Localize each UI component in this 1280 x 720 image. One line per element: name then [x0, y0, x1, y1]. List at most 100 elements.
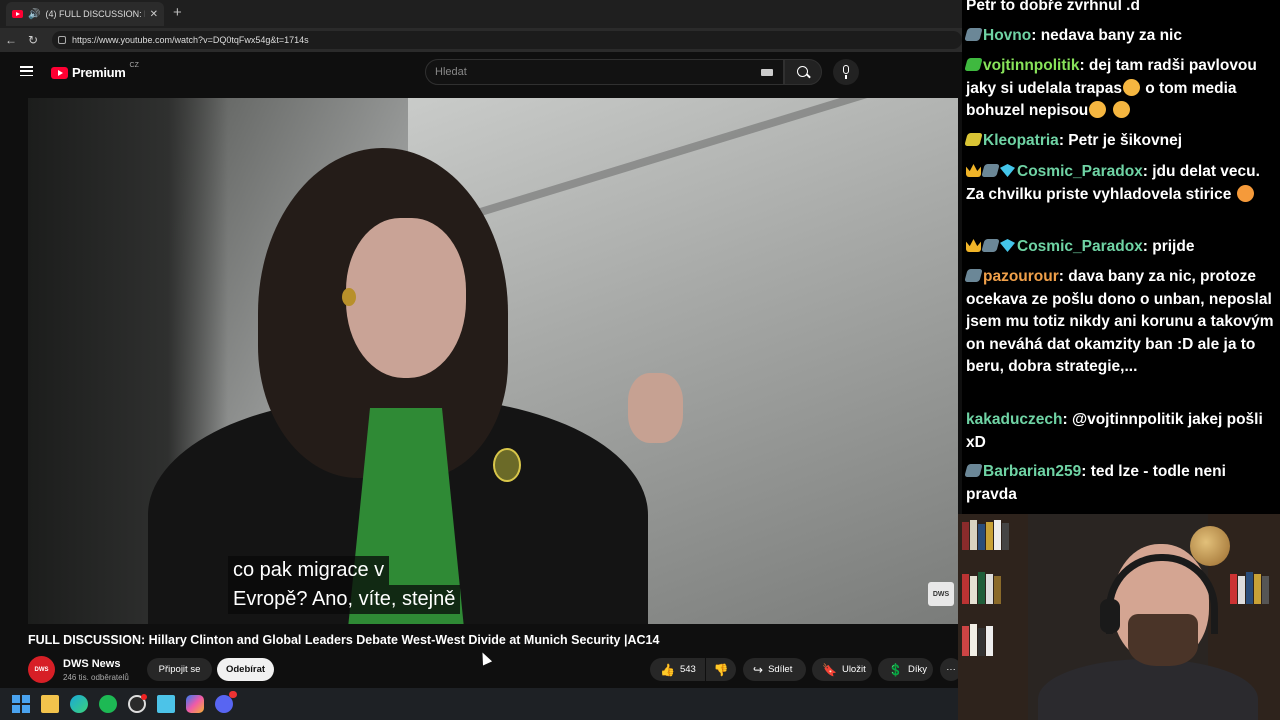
rofl-emoji-icon	[1236, 184, 1254, 202]
search-placeholder: Hledat	[435, 66, 467, 78]
chat-username[interactable]: Hovno	[983, 27, 1031, 44]
subscriber-badge-icon	[964, 269, 983, 282]
chat-username[interactable]: vojtinnpolitik	[983, 57, 1079, 74]
navigation-bar: ← ↻ https://www.youtube.com/watch?v=DQ0t…	[0, 28, 962, 52]
subtitle-line-1: co pak migrace v	[228, 556, 390, 585]
discord-icon[interactable]	[215, 691, 237, 713]
channel-watermark[interactable]: DWS	[928, 582, 954, 606]
save-label: Uložit	[841, 664, 866, 675]
tab-youtube[interactable]: 🔊 (4) FULL DISCUSSION: Hillary C ✕	[6, 2, 164, 26]
search-button[interactable]	[784, 59, 822, 85]
webcam-feed	[958, 514, 1280, 720]
chat-username[interactable]: pazourour	[983, 268, 1059, 285]
subscriber-badge-icon	[981, 239, 1000, 252]
address-bar[interactable]: https://www.youtube.com/watch?v=DQ0tqFwx…	[52, 31, 962, 49]
video-title: FULL DISCUSSION: Hillary Clinton and Glo…	[28, 633, 660, 647]
close-tab-icon[interactable]: ✕	[150, 9, 158, 20]
share-button[interactable]: ↪ Sdílet	[743, 658, 806, 681]
chat-message: pazourour: dava bany za nic, protoze oce…	[964, 268, 1274, 375]
browser-window: 🔊 (4) FULL DISCUSSION: Hillary C ✕ + ← ↻…	[0, 0, 962, 688]
logo-text: Premium	[72, 65, 126, 80]
chat-username[interactable]: Kleopatria	[983, 132, 1059, 149]
subscriber-badge-icon	[981, 164, 1000, 177]
chat-text: Petr je šikovnej	[1068, 132, 1183, 149]
gem-badge-icon	[1000, 239, 1015, 252]
crown-badge-icon	[966, 164, 981, 177]
youtube-play-icon	[51, 66, 68, 79]
chat-username[interactable]: Barbarian259	[983, 463, 1081, 480]
taskbar	[0, 688, 962, 720]
subscriber-badge-icon	[964, 28, 983, 41]
chat-text: Petr to dobře zvrhnul .d	[966, 0, 1140, 14]
microphone-icon	[843, 65, 849, 74]
video-subtitles: co pak migrace v Evropě? Ano, víte, stej…	[228, 556, 461, 614]
globe-decoration	[1190, 526, 1230, 566]
keyboard-icon[interactable]	[761, 69, 773, 76]
laughing-emoji-icon	[1122, 78, 1140, 96]
chat-username[interactable]: Cosmic_Paradox	[1017, 238, 1143, 255]
dislike-button[interactable]: 👎	[706, 658, 736, 681]
subscriber-count: 246 tis. odběratelů	[63, 673, 129, 682]
thanks-button[interactable]: 💲 Díky	[878, 658, 933, 681]
dollar-icon: 💲	[888, 662, 903, 677]
youtube-logo[interactable]: Premium CZ	[51, 62, 139, 80]
chat-panel: Petr to dobře zvrhnul .d Hovno: nedava b…	[962, 0, 1280, 514]
subscriber-badge-icon	[964, 133, 983, 146]
grin-emoji-icon	[1112, 101, 1130, 118]
speaker-icon[interactable]: 🔊	[28, 9, 40, 20]
site-info-icon[interactable]	[58, 36, 66, 44]
save-button[interactable]: 🔖 Uložit	[812, 658, 872, 681]
edge-browser-icon[interactable]	[70, 695, 88, 713]
join-button[interactable]: Připojit se	[147, 658, 212, 681]
spotify-icon[interactable]	[99, 695, 117, 713]
chat-message: Barbarian259: ted lze - todle neni pravd…	[964, 463, 1226, 503]
voice-search-button[interactable]	[833, 59, 859, 85]
url-text[interactable]: https://www.youtube.com/watch?v=DQ0tqFwx…	[72, 35, 309, 45]
notepad-icon[interactable]	[157, 695, 175, 713]
subscriber-badge-icon	[964, 58, 983, 71]
like-button[interactable]: 👍 543	[650, 658, 705, 681]
chat-username[interactable]: kakaduczech	[966, 411, 1063, 428]
back-button[interactable]: ←	[0, 33, 22, 47]
thumbs-up-icon: 👍	[660, 662, 675, 677]
chat-message: vojtinnpolitik: dej tam radši pavlovou j…	[964, 57, 1257, 119]
thumbs-down-icon: 👎	[713, 662, 729, 677]
bookmark-icon: 🔖	[822, 662, 837, 677]
crown-badge-icon	[966, 239, 981, 252]
share-icon: ↪	[753, 662, 764, 677]
youtube-header: Premium CZ Hledat	[0, 52, 962, 92]
reload-button[interactable]: ↻	[22, 33, 44, 47]
subscribe-button[interactable]: Odebírat	[217, 658, 274, 681]
windows-start-icon[interactable]	[12, 695, 30, 713]
thanks-label: Díky	[907, 664, 927, 675]
grin-emoji-icon	[1089, 101, 1107, 118]
mouse-cursor	[477, 650, 493, 666]
tab-title: (4) FULL DISCUSSION: Hillary C	[45, 9, 144, 19]
like-count: 543	[679, 664, 696, 675]
tab-bar: 🔊 (4) FULL DISCUSSION: Hillary C ✕ +	[0, 0, 962, 28]
obs-icon[interactable]	[128, 694, 147, 713]
chat-message: Cosmic_Paradox: prijde	[966, 236, 1278, 259]
channel-avatar[interactable]: DWS	[28, 656, 55, 683]
copilot-icon[interactable]	[186, 695, 204, 713]
search-icon	[797, 66, 808, 77]
subscriber-badge-icon	[964, 464, 983, 477]
subtitle-line-2: Evropě? Ano, víte, stejně	[228, 585, 461, 614]
new-tab-button[interactable]: +	[173, 4, 182, 21]
chat-message: Petr to dobře zvrhnul .d	[966, 0, 1278, 18]
youtube-favicon-icon	[12, 10, 23, 18]
search-input[interactable]: Hledat	[425, 59, 784, 85]
share-label: Sdílet	[768, 664, 793, 675]
channel-name[interactable]: DWS News	[63, 658, 120, 670]
chat-message: kakaduczech: @vojtinnpolitik jakej pošli…	[966, 411, 1263, 451]
video-player[interactable]: co pak migrace v Evropě? Ano, víte, stej…	[28, 98, 958, 624]
gem-badge-icon	[1000, 164, 1015, 177]
chat-message: Kleopatria: Petr je šikovnej	[964, 130, 1278, 153]
chat-message: Cosmic_Paradox: jdu delat vecu. Za chvil…	[966, 163, 1260, 203]
menu-icon[interactable]	[20, 66, 33, 76]
chat-username[interactable]: Cosmic_Paradox	[1017, 163, 1143, 180]
chat-message: Hovno: nedava bany za nic	[964, 25, 1278, 48]
file-explorer-icon[interactable]	[41, 695, 59, 713]
chat-text: prijde	[1152, 238, 1195, 255]
chat-text: nedava bany za nic	[1040, 27, 1182, 44]
